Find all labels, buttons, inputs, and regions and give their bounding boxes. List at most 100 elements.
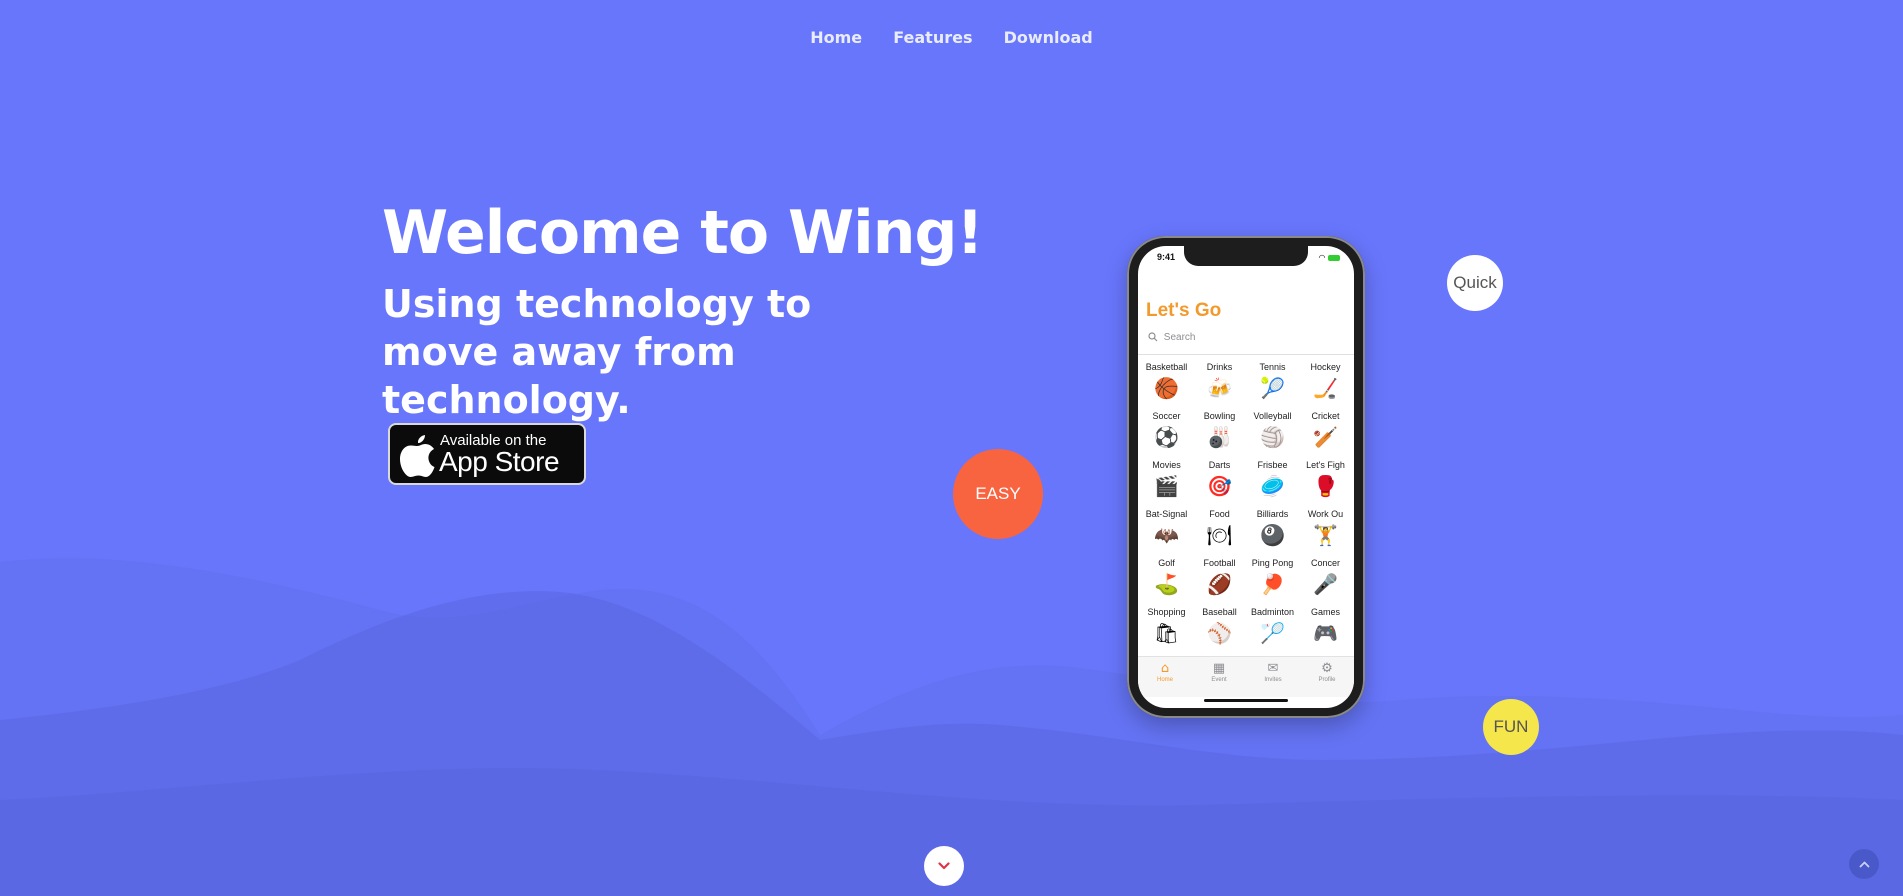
activity-label: Bat-Signal [1145, 509, 1188, 519]
activity-label: Badminton [1250, 607, 1295, 617]
activity-item[interactable]: Hockey 🏒 [1299, 362, 1352, 402]
tab-home[interactable]: ⌂ Home [1138, 657, 1192, 697]
activity-item[interactable]: Ping Pong 🏓 [1246, 558, 1299, 598]
tennis-icon: 🎾 [1260, 376, 1285, 400]
status-time: 9:41 [1157, 252, 1176, 262]
activity-label: Ping Pong [1251, 558, 1294, 568]
activity-label: Work Ou [1307, 509, 1344, 519]
envelope-icon: ✉ [1267, 661, 1279, 676]
activity-label: Drinks [1206, 362, 1233, 372]
football-icon: 🏈 [1207, 572, 1232, 596]
bowling-icon: 🎳 [1207, 425, 1232, 449]
activity-item[interactable]: Bowling 🎳 [1193, 411, 1246, 451]
chevron-down-icon [938, 862, 950, 870]
activity-item[interactable]: Frisbee 🥏 [1246, 460, 1299, 500]
golf-icon: ⛳ [1154, 572, 1179, 596]
activity-label: Concer [1310, 558, 1340, 568]
hockey-icon: 🏒 [1313, 376, 1338, 400]
status-icons: ◠ [1318, 253, 1340, 262]
easy-bubble: EASY [953, 449, 1043, 539]
activity-item[interactable]: Let's Figh 🥊 [1299, 460, 1352, 500]
activity-label: Let's Figh [1306, 460, 1345, 470]
top-nav: Home Features Download [0, 28, 1903, 47]
back-to-top-button[interactable] [1849, 849, 1879, 879]
activity-item[interactable]: Movies 🎬 [1140, 460, 1193, 500]
microphone-icon: 🎤 [1313, 572, 1338, 596]
gear-icon: ⚙ [1321, 661, 1333, 676]
activity-label: Billiards [1256, 509, 1289, 519]
hero-title: Welcome to Wing! [382, 198, 984, 268]
activity-item[interactable]: Tennis 🎾 [1246, 362, 1299, 402]
shopping-icon: 🛍 [1153, 621, 1180, 645]
darts-icon: 🎯 [1207, 474, 1232, 498]
fun-bubble: FUN [1483, 699, 1539, 755]
nav-home-link[interactable]: Home [810, 28, 862, 47]
activity-item[interactable]: Baseball ⚾ [1193, 607, 1246, 647]
food-icon: 🍽 [1206, 523, 1233, 547]
search-icon [1148, 332, 1158, 342]
activity-item[interactable]: Darts 🎯 [1193, 460, 1246, 500]
app-search-field[interactable]: Search [1148, 332, 1195, 343]
background-waves [0, 558, 1903, 896]
battery-icon [1328, 254, 1340, 261]
activity-label: Cricket [1311, 411, 1340, 421]
tab-label: Home [1156, 677, 1173, 683]
activity-item[interactable]: Shopping 🛍 [1140, 607, 1193, 647]
phone-mockup: 9:41 ◠ Let's Go Search Basketball 🏀 Drink… [1127, 236, 1365, 718]
activity-label: Football [1203, 558, 1236, 568]
activity-label: Soccer [1152, 411, 1181, 421]
activity-item[interactable]: Soccer ⚽ [1140, 411, 1193, 451]
cricket-icon: 🏏 [1313, 425, 1338, 449]
tab-event[interactable]: ▦ Event [1192, 657, 1246, 697]
activity-item[interactable]: Bat-Signal 🦇 [1140, 509, 1193, 549]
nav-features-link[interactable]: Features [893, 28, 972, 47]
activity-label: Movies [1152, 460, 1181, 470]
soccer-icon: ⚽ [1154, 425, 1179, 449]
tab-label: Event [1211, 677, 1227, 683]
wifi-icon: ◠ [1318, 253, 1326, 262]
activity-item[interactable]: Games 🎮 [1299, 607, 1352, 647]
activity-label: Basketball [1145, 362, 1188, 372]
scroll-down-button[interactable] [924, 846, 964, 886]
app-store-badge-button[interactable]: Available on the App Store [388, 423, 586, 485]
app-tab-bar: ⌂ Home ▦ Event ✉ Invites ⚙ Profile [1138, 656, 1354, 697]
drinks-icon: 🍻 [1207, 376, 1232, 400]
volleyball-icon: 🏐 [1260, 425, 1285, 449]
activity-item[interactable]: Basketball 🏀 [1140, 362, 1193, 402]
activity-label: Tennis [1259, 362, 1286, 372]
badminton-icon: 🏸 [1260, 621, 1285, 645]
home-icon: ⌂ [1160, 661, 1170, 676]
home-indicator [1204, 699, 1288, 702]
baseball-icon: ⚾ [1207, 621, 1232, 645]
activity-item[interactable]: Cricket 🏏 [1299, 411, 1352, 451]
app-divider [1138, 354, 1354, 355]
frisbee-icon: 🥏 [1260, 474, 1285, 498]
activity-label: Golf [1158, 558, 1175, 568]
activity-item[interactable]: Billiards 🎱 [1246, 509, 1299, 549]
workout-icon: 🏋 [1313, 523, 1338, 547]
activity-item[interactable]: Food 🍽 [1193, 509, 1246, 549]
activity-item[interactable]: Drinks 🍻 [1193, 362, 1246, 402]
activity-item[interactable]: Golf ⛳ [1140, 558, 1193, 598]
activity-label: Bowling [1203, 411, 1236, 421]
badge-line2: App Store [439, 446, 560, 477]
nav-download-link[interactable]: Download [1004, 28, 1093, 47]
tab-label: Profile [1318, 677, 1336, 683]
activity-label: Games [1310, 607, 1340, 617]
activity-item[interactable]: Football 🏈 [1193, 558, 1246, 598]
activity-item[interactable]: Work Ou 🏋 [1299, 509, 1352, 549]
activity-label: Frisbee [1257, 460, 1288, 470]
quick-bubble: Quick [1447, 255, 1503, 311]
tab-invites[interactable]: ✉ Invites [1246, 657, 1300, 697]
activity-label: Hockey [1310, 362, 1341, 372]
activity-label: Food [1209, 509, 1230, 519]
apple-icon [400, 435, 435, 477]
phone-screen: 9:41 ◠ Let's Go Search Basketball 🏀 Drink… [1138, 246, 1354, 708]
boxing-glove-icon: 🥊 [1313, 474, 1338, 498]
billiards-icon: 🎱 [1260, 523, 1285, 547]
activity-item[interactable]: Volleyball 🏐 [1246, 411, 1299, 451]
tab-profile[interactable]: ⚙ Profile [1300, 657, 1354, 697]
activity-item[interactable]: Badminton 🏸 [1246, 607, 1299, 647]
app-screen-title: Let's Go [1146, 300, 1222, 321]
activity-item[interactable]: Concer 🎤 [1299, 558, 1352, 598]
